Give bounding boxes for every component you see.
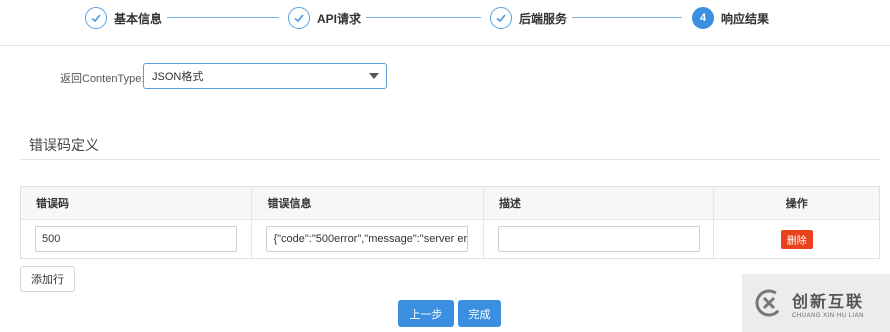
section-divider	[20, 159, 880, 160]
step-connector	[366, 17, 481, 18]
error-code-table: 错误码 错误信息 描述 操作 500 {"code":"500error","m…	[20, 186, 880, 259]
brand-logo-icon	[755, 289, 783, 317]
column-header: 错误码	[21, 187, 253, 219]
description-cell	[484, 220, 715, 258]
description-input[interactable]	[497, 226, 700, 252]
content-type-label: 返回ContenType:	[60, 73, 145, 85]
steps-bar: 基本信息 API请求 后端服务 4 响应结果	[0, 0, 890, 46]
message-cell: {"code":"500error","message":"server err…	[252, 220, 484, 258]
error-code-input[interactable]: 500	[35, 226, 237, 252]
error-message-input[interactable]: {"code":"500error","message":"server err…	[266, 226, 469, 252]
action-cell: 删除	[714, 220, 879, 258]
column-header: 操作	[785, 198, 808, 210]
step-label: 后端服务	[519, 11, 568, 26]
step-response-result[interactable]: 4 响应结果	[692, 6, 769, 30]
watermark-name: 创新互联	[792, 293, 865, 311]
step-number: 4	[692, 7, 714, 29]
step-label: API请求	[317, 11, 362, 26]
delete-button[interactable]: 删除	[780, 229, 813, 249]
caret-down-icon	[369, 73, 379, 79]
prev-step-button[interactable]: 上一步	[398, 300, 454, 327]
content-type-select[interactable]: JSON格式	[143, 63, 387, 89]
watermark: 创新互联 CHUANG XIN HU LIAN	[742, 274, 890, 332]
check-icon	[288, 7, 310, 29]
section-title: 错误码定义	[29, 137, 99, 153]
step-connector	[572, 17, 682, 18]
add-row-button[interactable]: 添加行	[20, 266, 75, 292]
step-api-request[interactable]: API请求	[288, 6, 361, 30]
check-icon	[85, 7, 107, 29]
step-backend-service[interactable]: 后端服务	[490, 6, 567, 30]
check-icon	[490, 7, 512, 29]
column-header: 描述	[484, 187, 715, 219]
table-header: 错误码 错误信息 描述 操作	[21, 187, 879, 220]
code-cell: 500	[21, 220, 253, 258]
table-row: 500 {"code":"500error","message":"server…	[21, 220, 879, 258]
finish-button[interactable]: 完成	[458, 300, 501, 327]
step-label: 响应结果	[721, 11, 770, 26]
content-type-value: JSON格式	[152, 71, 204, 83]
watermark-pinyin: CHUANG XIN HU LIAN	[792, 312, 865, 319]
step-basic-info[interactable]: 基本信息	[85, 6, 162, 30]
step-label: 基本信息	[114, 11, 163, 26]
column-header: 错误信息	[252, 187, 484, 219]
step-connector	[167, 17, 279, 18]
